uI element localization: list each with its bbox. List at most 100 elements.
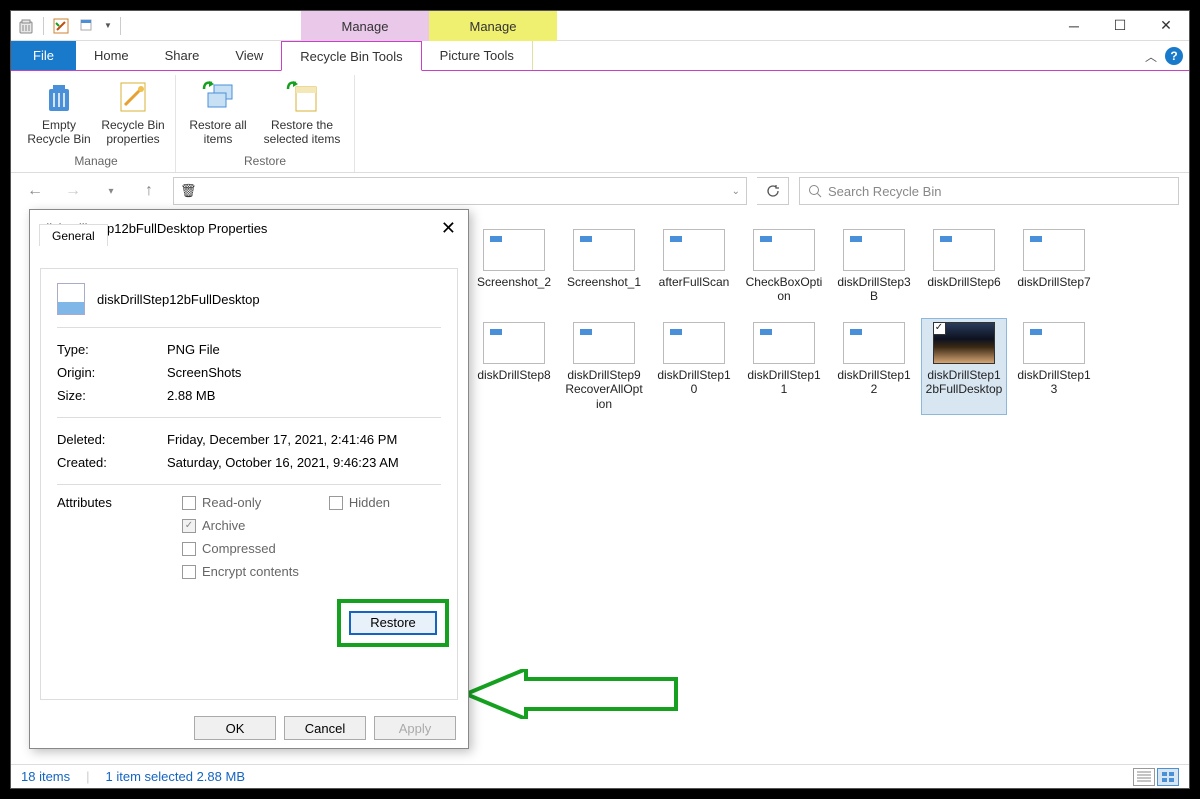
- prop-value: Saturday, October 16, 2021, 9:46:23 AM: [167, 455, 399, 470]
- bin-icon: 🗑: [180, 183, 197, 199]
- file-item[interactable]: afterFullScan: [651, 225, 737, 308]
- attributes-label: Attributes: [57, 495, 152, 579]
- file-thumbnail: [933, 229, 995, 271]
- context-tab-manage-pink[interactable]: Manage: [301, 11, 429, 41]
- readonly-checkbox[interactable]: Read-only: [182, 495, 299, 510]
- button-label: Restore the selected items: [258, 118, 346, 147]
- archive-checkbox[interactable]: ✓Archive: [182, 518, 299, 533]
- prop-value: ScreenShots: [167, 365, 241, 380]
- properties-qat-icon[interactable]: [52, 17, 70, 35]
- file-item[interactable]: diskDrillStep6: [921, 225, 1007, 308]
- file-item[interactable]: diskDrillStep3B: [831, 225, 917, 308]
- compressed-checkbox[interactable]: Compressed: [182, 541, 299, 556]
- file-thumbnail: [753, 229, 815, 271]
- icons-view-button[interactable]: [1157, 768, 1179, 786]
- file-thumbnail: [483, 229, 545, 271]
- titlebar: ▼ Manage Manage Recycle Bin ─ ☐ ✕: [11, 11, 1189, 41]
- address-bar[interactable]: 🗑 ⌄: [173, 177, 747, 205]
- annotation-arrow: [466, 669, 686, 719]
- file-name: afterFullScan: [659, 275, 730, 289]
- restore-highlight: Restore: [337, 599, 449, 647]
- file-item[interactable]: Screenshot_2: [471, 225, 557, 308]
- recycle-bin-window: ▼ Manage Manage Recycle Bin ─ ☐ ✕ File H…: [10, 10, 1190, 789]
- tab-recycle-bin-tools[interactable]: Recycle Bin Tools: [281, 41, 421, 71]
- button-label: Recycle Bin properties: [99, 118, 167, 147]
- ribbon: Empty Recycle Bin Recycle Bin properties…: [11, 71, 1189, 173]
- selection-check-icon: ✓: [933, 322, 946, 335]
- tab-general[interactable]: General: [39, 224, 108, 246]
- prop-key: Type:: [57, 342, 167, 357]
- ribbon-group-manage: Empty Recycle Bin Recycle Bin properties…: [17, 75, 176, 172]
- file-item[interactable]: diskDrillStep7: [1011, 225, 1097, 308]
- ribbon-group-restore: Restore all items Restore the selected i…: [176, 75, 355, 172]
- search-input[interactable]: Search Recycle Bin: [799, 177, 1179, 205]
- window-controls: ─ ☐ ✕: [1051, 11, 1189, 41]
- dialog-footer: OK Cancel Apply: [30, 708, 468, 748]
- chevron-down-icon[interactable]: ⌄: [732, 186, 740, 197]
- forward-button[interactable]: →: [59, 177, 87, 205]
- recent-locations-button[interactable]: ▾: [97, 177, 125, 205]
- file-item[interactable]: diskDrillStep9RecoverAllOption: [561, 318, 647, 415]
- prop-key: Size:: [57, 388, 167, 403]
- details-view-button[interactable]: [1133, 768, 1155, 786]
- restore-button[interactable]: Restore: [349, 611, 437, 635]
- ok-button[interactable]: OK: [194, 716, 276, 740]
- prop-key: Origin:: [57, 365, 167, 380]
- back-button[interactable]: ←: [21, 177, 49, 205]
- qat-dropdown-icon[interactable]: [78, 17, 96, 35]
- cancel-button[interactable]: Cancel: [284, 716, 366, 740]
- maximize-button[interactable]: ☐: [1097, 11, 1143, 41]
- help-icon[interactable]: ?: [1165, 47, 1183, 65]
- context-tabs: Manage Manage: [301, 11, 557, 41]
- file-name: Screenshot_2: [477, 275, 551, 289]
- context-tab-manage-yellow[interactable]: Manage: [429, 11, 557, 41]
- tab-home[interactable]: Home: [76, 41, 147, 70]
- properties-dialog: diskDrillStep12bFullDesktop Properties ✕…: [29, 209, 469, 749]
- file-thumbnail: [1023, 229, 1085, 271]
- file-thumbnail: [663, 229, 725, 271]
- tab-file[interactable]: File: [11, 41, 76, 70]
- empty-recycle-bin-button[interactable]: Empty Recycle Bin: [23, 75, 95, 152]
- file-thumbnail: [663, 322, 725, 364]
- file-item[interactable]: Screenshot_1: [561, 225, 647, 308]
- file-item[interactable]: diskDrillStep13: [1011, 318, 1097, 415]
- file-item[interactable]: ✓diskDrillStep12bFullDesktop: [921, 318, 1007, 415]
- file-item[interactable]: diskDrillStep12: [831, 318, 917, 415]
- file-thumbnail: [753, 322, 815, 364]
- hidden-checkbox[interactable]: Hidden: [329, 495, 390, 510]
- tab-share[interactable]: Share: [147, 41, 218, 70]
- collapse-ribbon-icon[interactable]: ︿: [1145, 48, 1157, 65]
- refresh-button[interactable]: [757, 177, 789, 205]
- tab-picture-tools[interactable]: Picture Tools: [422, 41, 533, 70]
- divider: [43, 17, 44, 35]
- recycle-bin-properties-button[interactable]: Recycle Bin properties: [97, 75, 169, 152]
- prop-key: Created:: [57, 455, 167, 470]
- encrypt-checkbox[interactable]: Encrypt contents: [182, 564, 299, 579]
- recycle-bin-icon[interactable]: [17, 17, 35, 35]
- view-switcher: [1133, 768, 1179, 786]
- up-button[interactable]: ↑: [135, 177, 163, 205]
- divider: [120, 17, 121, 35]
- dialog-close-button[interactable]: ✕: [441, 218, 456, 239]
- minimize-button[interactable]: ─: [1051, 11, 1097, 41]
- apply-button[interactable]: Apply: [374, 716, 456, 740]
- restore-selected-items-button[interactable]: Restore the selected items: [256, 75, 348, 152]
- ribbon-tabs: File Home Share View Recycle Bin Tools P…: [11, 41, 1189, 71]
- file-type-icon: [57, 283, 85, 315]
- file-name: diskDrillStep9RecoverAllOption: [565, 368, 643, 411]
- tab-view[interactable]: View: [217, 41, 281, 70]
- file-name: Screenshot_1: [567, 275, 641, 289]
- file-item[interactable]: CheckBoxOption: [741, 225, 827, 308]
- close-button[interactable]: ✕: [1143, 11, 1189, 41]
- chevron-down-icon[interactable]: ▼: [104, 21, 112, 30]
- file-item[interactable]: diskDrillStep11: [741, 318, 827, 415]
- group-label: Manage: [74, 152, 117, 172]
- file-thumbnail: [843, 322, 905, 364]
- file-item[interactable]: diskDrillStep8: [471, 318, 557, 415]
- file-item[interactable]: diskDrillStep10: [651, 318, 737, 415]
- search-icon: [808, 184, 822, 198]
- restore-all-items-button[interactable]: Restore all items: [182, 75, 254, 152]
- file-name-label: diskDrillStep12bFullDesktop: [97, 292, 260, 307]
- file-thumbnail: [843, 229, 905, 271]
- file-name: CheckBoxOption: [745, 275, 823, 304]
